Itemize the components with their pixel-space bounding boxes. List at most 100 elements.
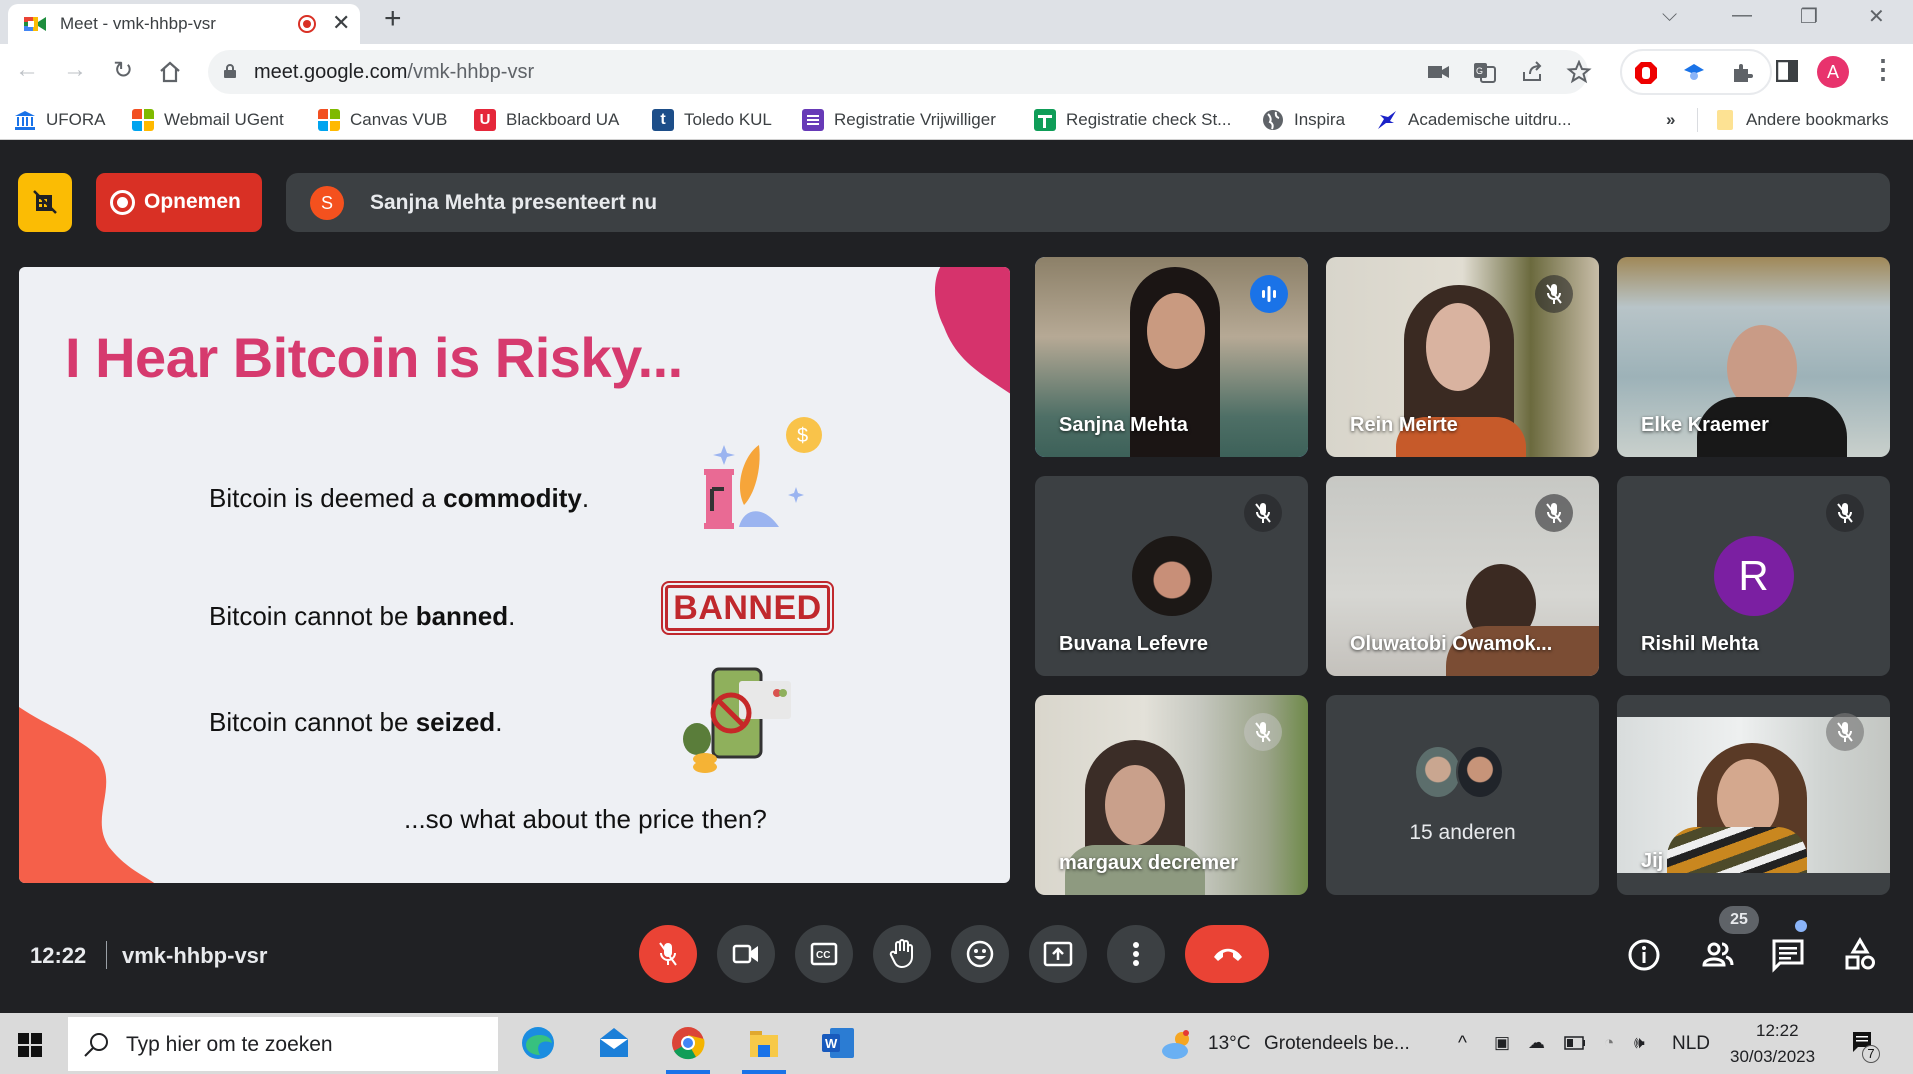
taskbar-search-box[interactable]: Typ hier om te zoeken [68, 1017, 498, 1071]
restore-window-icon[interactable]: ❐ [1800, 4, 1818, 29]
academic-icon [1378, 111, 1396, 129]
windows-start-icon[interactable] [18, 1033, 42, 1057]
chrome-icon[interactable] [670, 1025, 706, 1061]
clock-divider [106, 941, 107, 969]
meeting-clock: 12:22 [30, 943, 87, 968]
participant-tile-buvana-lefevre[interactable]: Buvana Lefevre [1035, 476, 1308, 676]
lock-icon[interactable] [224, 64, 236, 78]
captions-button[interactable]: CC [795, 925, 853, 983]
record-icon [110, 190, 135, 215]
blackboard-icon: U [474, 109, 496, 131]
address-bar[interactable]: meet.google.com/vmk-hhbp-vsr G [208, 50, 1592, 94]
tab-search-chevron-icon[interactable]: ⌵ [1662, 4, 1677, 27]
others-tile[interactable]: 15 anderen [1326, 695, 1599, 895]
adblock-icon[interactable] [1634, 61, 1658, 85]
participant-name: Elke Kraemer [1641, 414, 1769, 436]
reload-icon[interactable]: ↻ [108, 56, 138, 85]
wifi-icon[interactable]: ◔ [1604, 1033, 1614, 1053]
raise-hand-button[interactable] [873, 925, 931, 983]
bookmark-canvas-vub[interactable]: Canvas VUB [318, 108, 447, 132]
taskbar-time[interactable]: 12:22 [1756, 1021, 1799, 1041]
microsoft-icon [318, 109, 340, 131]
mail-icon[interactable] [596, 1025, 632, 1061]
close-window-icon[interactable]: ✕ [1868, 4, 1885, 29]
participant-name: Rein Meirte [1350, 414, 1458, 436]
url-text[interactable]: meet.google.com/vmk-hhbp-vsr [254, 61, 534, 84]
new-tab-button[interactable]: + [384, 2, 402, 36]
participant-count-badge: 25 [1719, 906, 1759, 934]
participant-tile-sanjna-mehta[interactable]: Sanjna Mehta [1035, 257, 1308, 457]
input-language[interactable]: NLD [1672, 1033, 1710, 1055]
muted-mic-icon [1244, 494, 1282, 532]
participant-tile-rein-meirte[interactable]: Rein Meirte [1326, 257, 1599, 457]
bookmark-registratie-vrijwilliger[interactable]: Registratie Vrijwilliger [802, 108, 996, 132]
more-options-button[interactable] [1107, 925, 1165, 983]
bookmark-academische-uitdrukkingen[interactable]: Academische uitdru... [1376, 108, 1571, 132]
forward-arrow-icon[interactable]: → [60, 56, 90, 84]
bookmarks-overflow-button[interactable]: » [1666, 108, 1675, 132]
share-icon[interactable] [1520, 60, 1546, 84]
bookmark-ufora[interactable]: UFORA [14, 108, 106, 132]
home-icon[interactable] [158, 60, 182, 84]
chrome-menu-icon[interactable]: ⋮ [1870, 54, 1896, 85]
participant-tile-rishil-mehta[interactable]: R Rishil Mehta [1617, 476, 1890, 676]
muted-mic-icon [1535, 275, 1573, 313]
recording-label: Opnemen [144, 190, 241, 213]
companion-mode-button[interactable] [18, 173, 72, 232]
bookmark-blackboard-ua[interactable]: U Blackboard UA [474, 108, 619, 132]
graduation-extension-icon[interactable] [1682, 61, 1706, 85]
present-screen-button[interactable] [1029, 925, 1087, 983]
muted-mic-icon [1244, 713, 1282, 751]
edge-icon[interactable] [520, 1025, 556, 1061]
file-explorer-icon[interactable] [746, 1025, 782, 1061]
reactions-button[interactable] [951, 925, 1009, 983]
meeting-code: vmk-hhbp-vsr [122, 943, 268, 968]
participant-name: margaux decremer [1059, 852, 1238, 874]
taskbar-date[interactable]: 30/03/2023 [1730, 1047, 1815, 1067]
weather-temperature[interactable]: 13°C [1208, 1033, 1250, 1055]
others-avatar-1 [1414, 745, 1462, 799]
closed-captions-icon: CC [810, 942, 838, 966]
slide-bullet-banned: Bitcoin cannot be banned. [209, 601, 516, 631]
bookmark-inspira[interactable]: Inspira [1262, 108, 1345, 132]
camera-tray-icon[interactable]: ▣ [1494, 1033, 1510, 1053]
bookmark-registratie-check[interactable]: Registratie check St... [1034, 108, 1231, 132]
chat-icon[interactable] [1770, 937, 1806, 973]
extensions-puzzle-icon[interactable] [1730, 61, 1754, 85]
minimize-window-icon[interactable]: — [1732, 4, 1752, 27]
profile-avatar[interactable]: A [1817, 56, 1849, 88]
onedrive-off-icon[interactable]: ☁ [1528, 1033, 1545, 1053]
weather-description[interactable]: Grotendeels be... [1264, 1033, 1410, 1055]
word-icon[interactable]: W [820, 1025, 856, 1061]
translate-icon[interactable]: G [1472, 60, 1498, 84]
camera-toggle-button[interactable] [717, 925, 775, 983]
back-arrow-icon[interactable]: ← [12, 56, 42, 84]
leave-call-button[interactable] [1185, 925, 1269, 983]
participant-tile-margaux-decremer[interactable]: margaux decremer [1035, 695, 1308, 895]
meeting-details-info-icon[interactable] [1626, 937, 1662, 973]
volume-icon[interactable]: 🕪 [1634, 1033, 1645, 1053]
bookmark-other-folder[interactable]: Andere bookmarks [1714, 108, 1889, 132]
browser-tab-meet[interactable]: Meet - vmk-hhbp-vsr ✕ [8, 4, 360, 44]
participant-tile-self[interactable]: Jij [1617, 695, 1890, 895]
bookmark-star-icon[interactable] [1566, 60, 1592, 84]
side-panel-icon[interactable] [1776, 60, 1798, 82]
battery-icon[interactable] [1564, 1036, 1586, 1050]
more-vertical-icon [1133, 942, 1139, 966]
bookmark-webmail-ugent[interactable]: Webmail UGent [132, 108, 284, 132]
close-tab-icon[interactable]: ✕ [332, 10, 350, 36]
camera-in-use-icon[interactable] [1426, 60, 1452, 84]
meet-call-view: Opnemen S Sanjna Mehta presenteert nu I … [0, 141, 1913, 1013]
microphone-toggle-button[interactable] [639, 925, 697, 983]
show-hidden-icons-chevron[interactable]: ^ [1458, 1033, 1467, 1055]
toledo-icon: t [652, 109, 674, 131]
bookmark-toledo-kul[interactable]: t Toledo KUL [652, 108, 772, 132]
browser-toolbar: ← → ↻ meet.google.com/vmk-hhbp-vsr G A ⋮ [0, 44, 1913, 100]
people-icon[interactable] [1700, 937, 1736, 973]
participant-tile-elke-kraemer[interactable]: Elke Kraemer [1617, 257, 1890, 457]
recording-button[interactable]: Opnemen [96, 173, 262, 232]
speaking-indicator-icon [1250, 275, 1288, 313]
activities-icon[interactable] [1842, 937, 1878, 973]
participant-name: Buvana Lefevre [1059, 633, 1208, 655]
participant-tile-oluwatobi[interactable]: Oluwatobi Owamok... [1326, 476, 1599, 676]
